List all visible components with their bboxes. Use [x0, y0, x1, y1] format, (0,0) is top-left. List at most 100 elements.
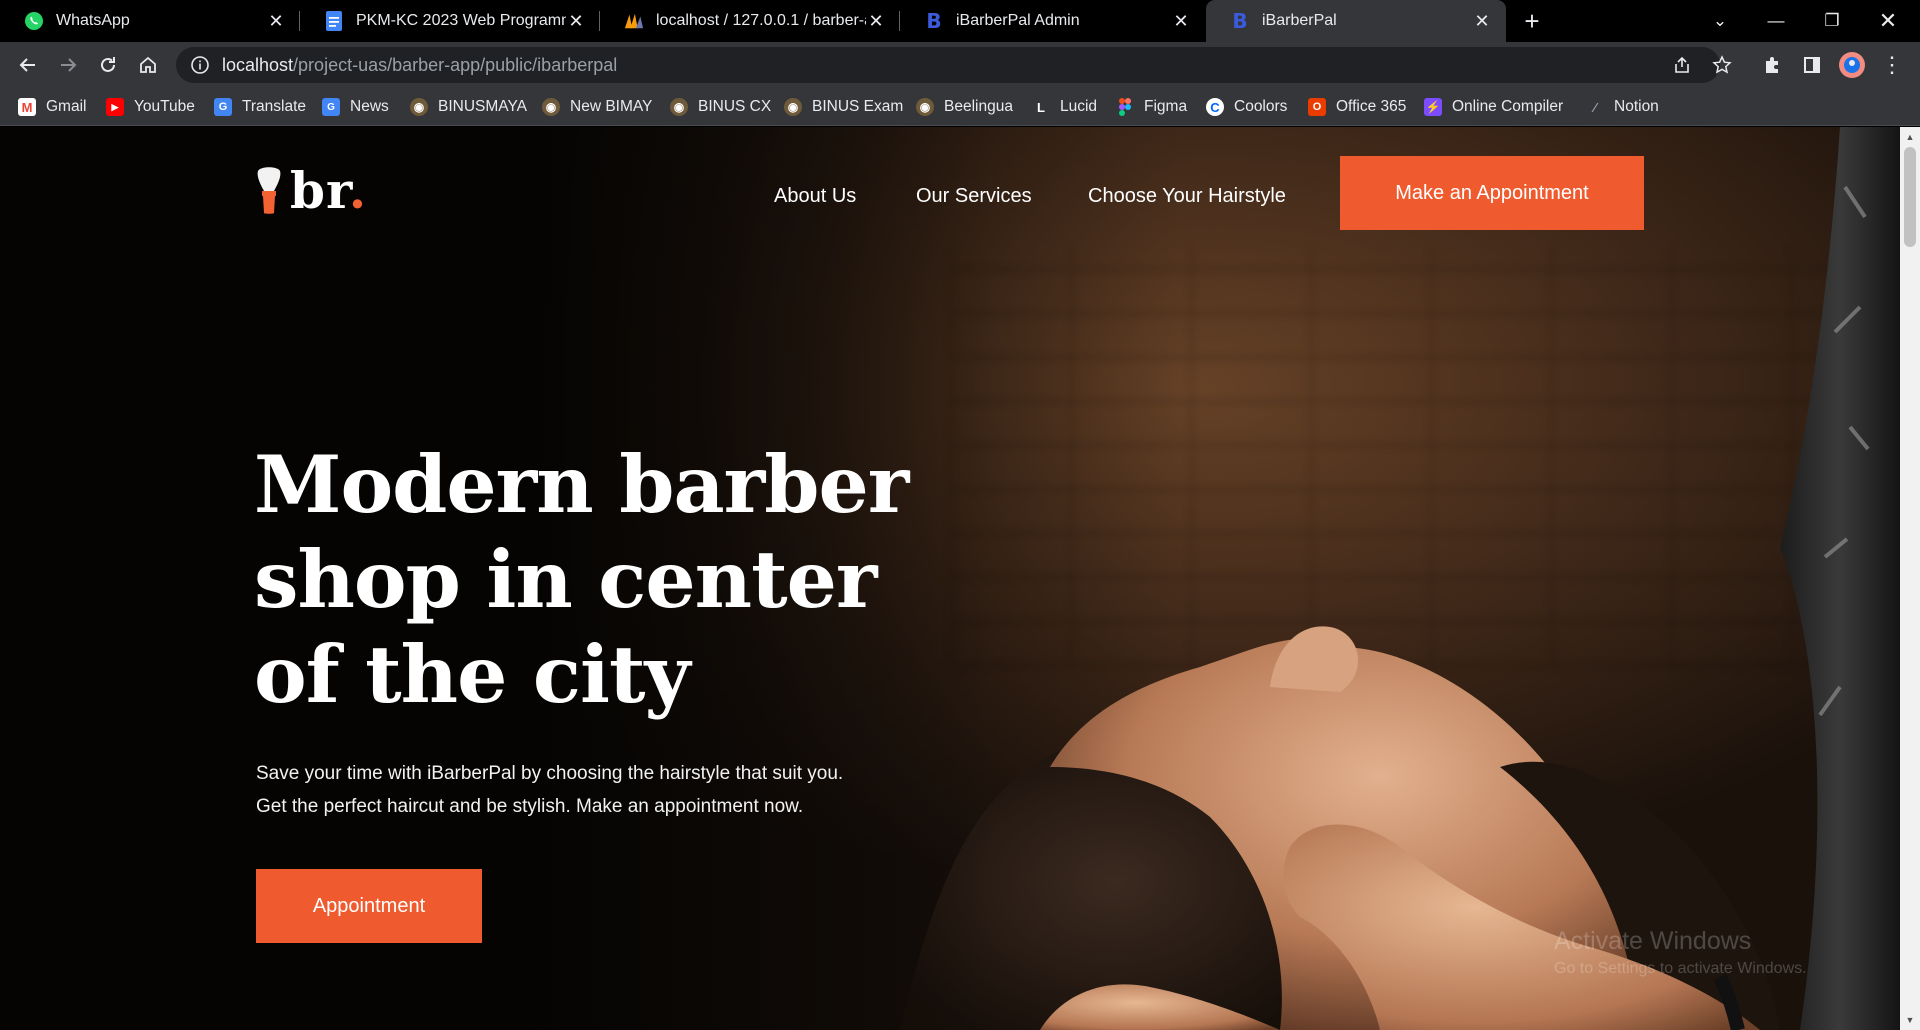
reload-button[interactable]: [90, 47, 126, 83]
site-info-icon[interactable]: [190, 55, 210, 75]
make-appointment-button[interactable]: Make an Appointment: [1340, 156, 1644, 230]
tab-title: localhost / 127.0.0.1 / barber-app: [656, 12, 866, 29]
shaving-brush-icon: [257, 167, 281, 214]
bookmark-new-bimay[interactable]: ◉ New BIMAY: [542, 94, 652, 120]
tab-strip: WhatsApp ✕ PKM-KC 2023 Web Programming ✕…: [0, 0, 1920, 42]
tab-ibarberpal-admin[interactable]: B iBarberPal Admin ✕: [900, 0, 1205, 42]
binus-icon: ◉: [784, 98, 802, 116]
minimize-button[interactable]: —: [1748, 0, 1804, 42]
profile-avatar[interactable]: [1834, 47, 1870, 83]
headline-line: Modern barber: [254, 438, 909, 531]
office-icon: O: [1308, 98, 1326, 116]
bookmark-label: News: [350, 98, 389, 115]
new-tab-button[interactable]: +: [1518, 0, 1546, 42]
hero-subtitle: Save your time with iBarberPal by choosi…: [256, 757, 916, 823]
close-tab-icon[interactable]: ✕: [1171, 11, 1191, 31]
compiler-icon: ⚡: [1424, 98, 1442, 116]
bootstrap-icon: B: [1232, 9, 1248, 33]
close-tab-icon[interactable]: ✕: [566, 11, 586, 31]
close-window-button[interactable]: ✕: [1860, 0, 1916, 42]
forward-button[interactable]: [50, 47, 86, 83]
restore-button[interactable]: ❐: [1804, 0, 1860, 42]
bookmark-label: YouTube: [134, 98, 195, 115]
bookmark-beelingua[interactable]: ◉ Beelingua: [916, 94, 1013, 120]
tab-search-icon[interactable]: ⌄: [1692, 0, 1748, 42]
bookmark-label: Office 365: [1336, 98, 1407, 115]
bookmark-label: Figma: [1144, 98, 1188, 115]
bookmark-label: BINUS CX: [698, 98, 772, 115]
home-button[interactable]: [130, 47, 166, 83]
bookmark-youtube[interactable]: ▶ YouTube: [106, 94, 195, 120]
bookmark-label: Notion: [1614, 98, 1659, 115]
bootstrap-icon: B: [926, 9, 942, 33]
tab-title: PKM-KC 2023 Web Programming: [356, 12, 566, 29]
bookmark-label: New BIMAY: [570, 98, 653, 115]
tab-title: iBarberPal: [1262, 12, 1337, 29]
scroll-up-arrow[interactable]: ▲: [1900, 129, 1920, 145]
bookmark-office-365[interactable]: O Office 365: [1308, 94, 1406, 120]
url-path: /project-uas/barber-app/public/ibarberpa…: [293, 54, 618, 75]
subtitle-line: Save your time with iBarberPal by choosi…: [256, 763, 844, 784]
bookmark-binus-cx[interactable]: ◉ BINUS CX: [670, 94, 771, 120]
close-tab-icon[interactable]: ✕: [866, 11, 886, 31]
bookmark-label: Lucid: [1060, 98, 1098, 115]
side-panel-icon[interactable]: [1794, 47, 1830, 83]
page-scrollbar[interactable]: ▲ ▼: [1900, 127, 1920, 1030]
hero-headline: Modern barber shop in center of the city: [254, 437, 954, 722]
bookmark-star-icon[interactable]: [1704, 47, 1740, 83]
bookmark-label: BINUS Exam: [812, 98, 904, 115]
tab-google-doc[interactable]: PKM-KC 2023 Web Programming ✕: [300, 0, 600, 42]
close-tab-icon[interactable]: ✕: [1472, 11, 1492, 31]
nav-about-us[interactable]: About Us: [774, 185, 856, 208]
binus-icon: ◉: [542, 98, 560, 116]
share-icon[interactable]: [1664, 47, 1700, 83]
extensions-icon[interactable]: [1754, 47, 1790, 83]
watermark-subtitle: Go to Settings to activate Windows.: [1554, 960, 1807, 977]
bookmark-news[interactable]: G News: [322, 94, 389, 120]
activate-windows-watermark: Activate Windows Go to Settings to activ…: [1554, 927, 1807, 978]
bookmark-binus-exam[interactable]: ◉ BINUS Exam: [784, 94, 903, 120]
binus-icon: ◉: [916, 98, 934, 116]
binus-icon: ◉: [670, 98, 688, 116]
tab-ibarberpal[interactable]: B iBarberPal ✕: [1206, 0, 1506, 42]
bookmark-label: BINUSMAYA: [438, 98, 527, 115]
news-icon: G: [322, 98, 340, 116]
tab-whatsapp[interactable]: WhatsApp ✕: [0, 0, 300, 42]
browser-toolbar: localhost/project-uas/barber-app/public/…: [0, 42, 1920, 88]
address-bar[interactable]: localhost/project-uas/barber-app/public/…: [176, 47, 1720, 83]
page-viewport: br. About Us Our Services Choose Your Ha…: [0, 127, 1900, 1030]
nav-choose-hairstyle[interactable]: Choose Your Hairstyle: [1088, 185, 1286, 208]
headline-line: of the city: [254, 628, 690, 721]
bookmark-lucid[interactable]: L Lucid: [1032, 94, 1097, 120]
youtube-icon: ▶: [106, 98, 124, 116]
bookmark-binusmaya[interactable]: ◉ BINUSMAYA: [410, 94, 527, 120]
bookmark-translate[interactable]: G Translate: [214, 94, 306, 120]
bookmark-label: Coolors: [1234, 98, 1288, 115]
scroll-down-arrow[interactable]: ▼: [1900, 1012, 1920, 1028]
watermark-title: Activate Windows: [1554, 927, 1752, 955]
gmail-icon: M: [18, 98, 36, 116]
logo-wordmark: br.: [290, 161, 368, 220]
site-logo[interactable]: br.: [254, 166, 367, 216]
bookmark-figma[interactable]: Figma: [1116, 94, 1187, 120]
bookmark-label: Translate: [242, 98, 307, 115]
close-tab-icon[interactable]: ✕: [266, 11, 286, 31]
scrollbar-thumb[interactable]: [1904, 147, 1916, 247]
tab-title: iBarberPal Admin: [956, 12, 1080, 29]
menu-kebab-icon[interactable]: ⋮: [1874, 47, 1910, 83]
tab-phpmyadmin[interactable]: localhost / 127.0.0.1 / barber-app ✕: [600, 0, 900, 42]
bookmark-coolors[interactable]: C Coolors: [1206, 94, 1287, 120]
bookmark-label: Beelingua: [944, 98, 1013, 115]
bookmark-notion[interactable]: ⁄ Notion: [1586, 94, 1659, 120]
url-host: localhost: [222, 54, 294, 75]
translate-icon: G: [214, 98, 232, 116]
phpmyadmin-icon: [624, 11, 644, 31]
back-button[interactable]: [10, 47, 46, 83]
appointment-button[interactable]: Appointment: [256, 869, 482, 943]
bookmark-online-compiler[interactable]: ⚡ Online Compiler: [1424, 94, 1563, 120]
nav-our-services[interactable]: Our Services: [916, 185, 1032, 208]
bookmark-label: Online Compiler: [1452, 98, 1564, 115]
coolors-icon: C: [1206, 98, 1224, 116]
bookmark-gmail[interactable]: M Gmail: [18, 94, 86, 120]
whatsapp-icon: [24, 11, 44, 31]
